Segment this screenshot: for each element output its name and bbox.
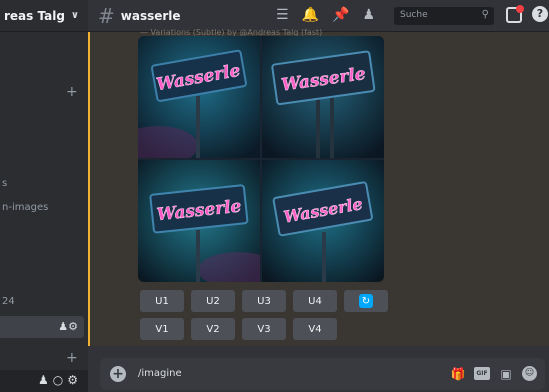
add-channel-icon[interactable]: + [66,350,78,366]
u3-button[interactable]: U3 [242,290,286,312]
image-tile-3[interactable]: Wasserle [138,160,260,282]
sidebar-item-active[interactable]: ♟⚙ [0,316,84,338]
variation-buttons: V1 V2 V3 V4 [140,318,337,340]
header-toolbar: ☰ 🔔 📌 ♟ [276,7,375,23]
members-icon[interactable]: ♟ [362,7,375,23]
v2-button[interactable]: V2 [191,318,235,340]
sidebar-item-label[interactable]: n-images [2,202,48,213]
v1-button[interactable]: V1 [140,318,184,340]
message-composer[interactable]: + /imagine 🎁 GIF ▣ ☺ [100,358,545,390]
user-settings-icons[interactable]: ♟○⚙ [38,373,82,387]
sticker-icon[interactable]: ▣ [498,366,514,382]
chevron-down-icon: ∨ [70,10,80,21]
message-input[interactable]: /imagine [138,368,182,379]
image-grid[interactable]: Wasserle Wasserle Wasserle Wasserle [138,36,384,282]
add-attachment-icon[interactable]: + [110,366,126,382]
gift-icon[interactable]: 🎁 [450,366,466,382]
hash-icon: # [98,3,115,28]
u1-button[interactable]: U1 [140,290,184,312]
mention-bar [88,32,90,346]
composer-toolbar: 🎁 GIF ▣ ☺ [450,366,537,382]
search-input[interactable]: Suche ⚲ [394,7,494,25]
image-tile-2[interactable]: Wasserle [262,36,384,158]
bell-icon[interactable]: 🔔 [302,7,319,23]
u2-button[interactable]: U2 [191,290,235,312]
v4-button[interactable]: V4 [293,318,337,340]
message-header: — Variations (Subtle) by @Andreas Talg (… [140,28,323,36]
search-icon: ⚲ [481,9,489,20]
u4-button[interactable]: U4 [293,290,337,312]
refresh-icon: ↻ [359,294,373,308]
help-icon[interactable]: ? [532,6,548,22]
server-header[interactable]: reas Talg ∨ [0,0,88,32]
user-controls: ♟○⚙ [0,370,88,392]
add-channel-icon[interactable]: + [66,84,78,100]
image-tile-1[interactable]: Wasserle [138,36,260,158]
sidebar-item-label[interactable]: 24 [2,296,15,307]
search-placeholder: Suche [400,10,428,20]
upscale-buttons: U1 U2 U3 U4 ↻ [140,290,388,312]
invite-settings-icons[interactable]: ♟⚙ [58,320,78,333]
sidebar-item-label[interactable]: s [2,178,7,189]
image-tile-4[interactable]: Wasserle [262,160,384,282]
inbox-icon[interactable] [506,5,524,23]
threads-icon[interactable]: ☰ [276,7,289,23]
server-name: reas Talg [4,8,65,23]
pin-icon[interactable]: 📌 [332,7,349,23]
v3-button[interactable]: V3 [242,318,286,340]
channel-name: wasserle [120,8,181,23]
gif-icon[interactable]: GIF [474,367,490,380]
reroll-button[interactable]: ↻ [344,290,388,312]
channel-sidebar: reas Talg ∨ + s n-images 24 ♟⚙ + ♟○⚙ [0,0,88,392]
emoji-icon[interactable]: ☺ [522,366,537,381]
